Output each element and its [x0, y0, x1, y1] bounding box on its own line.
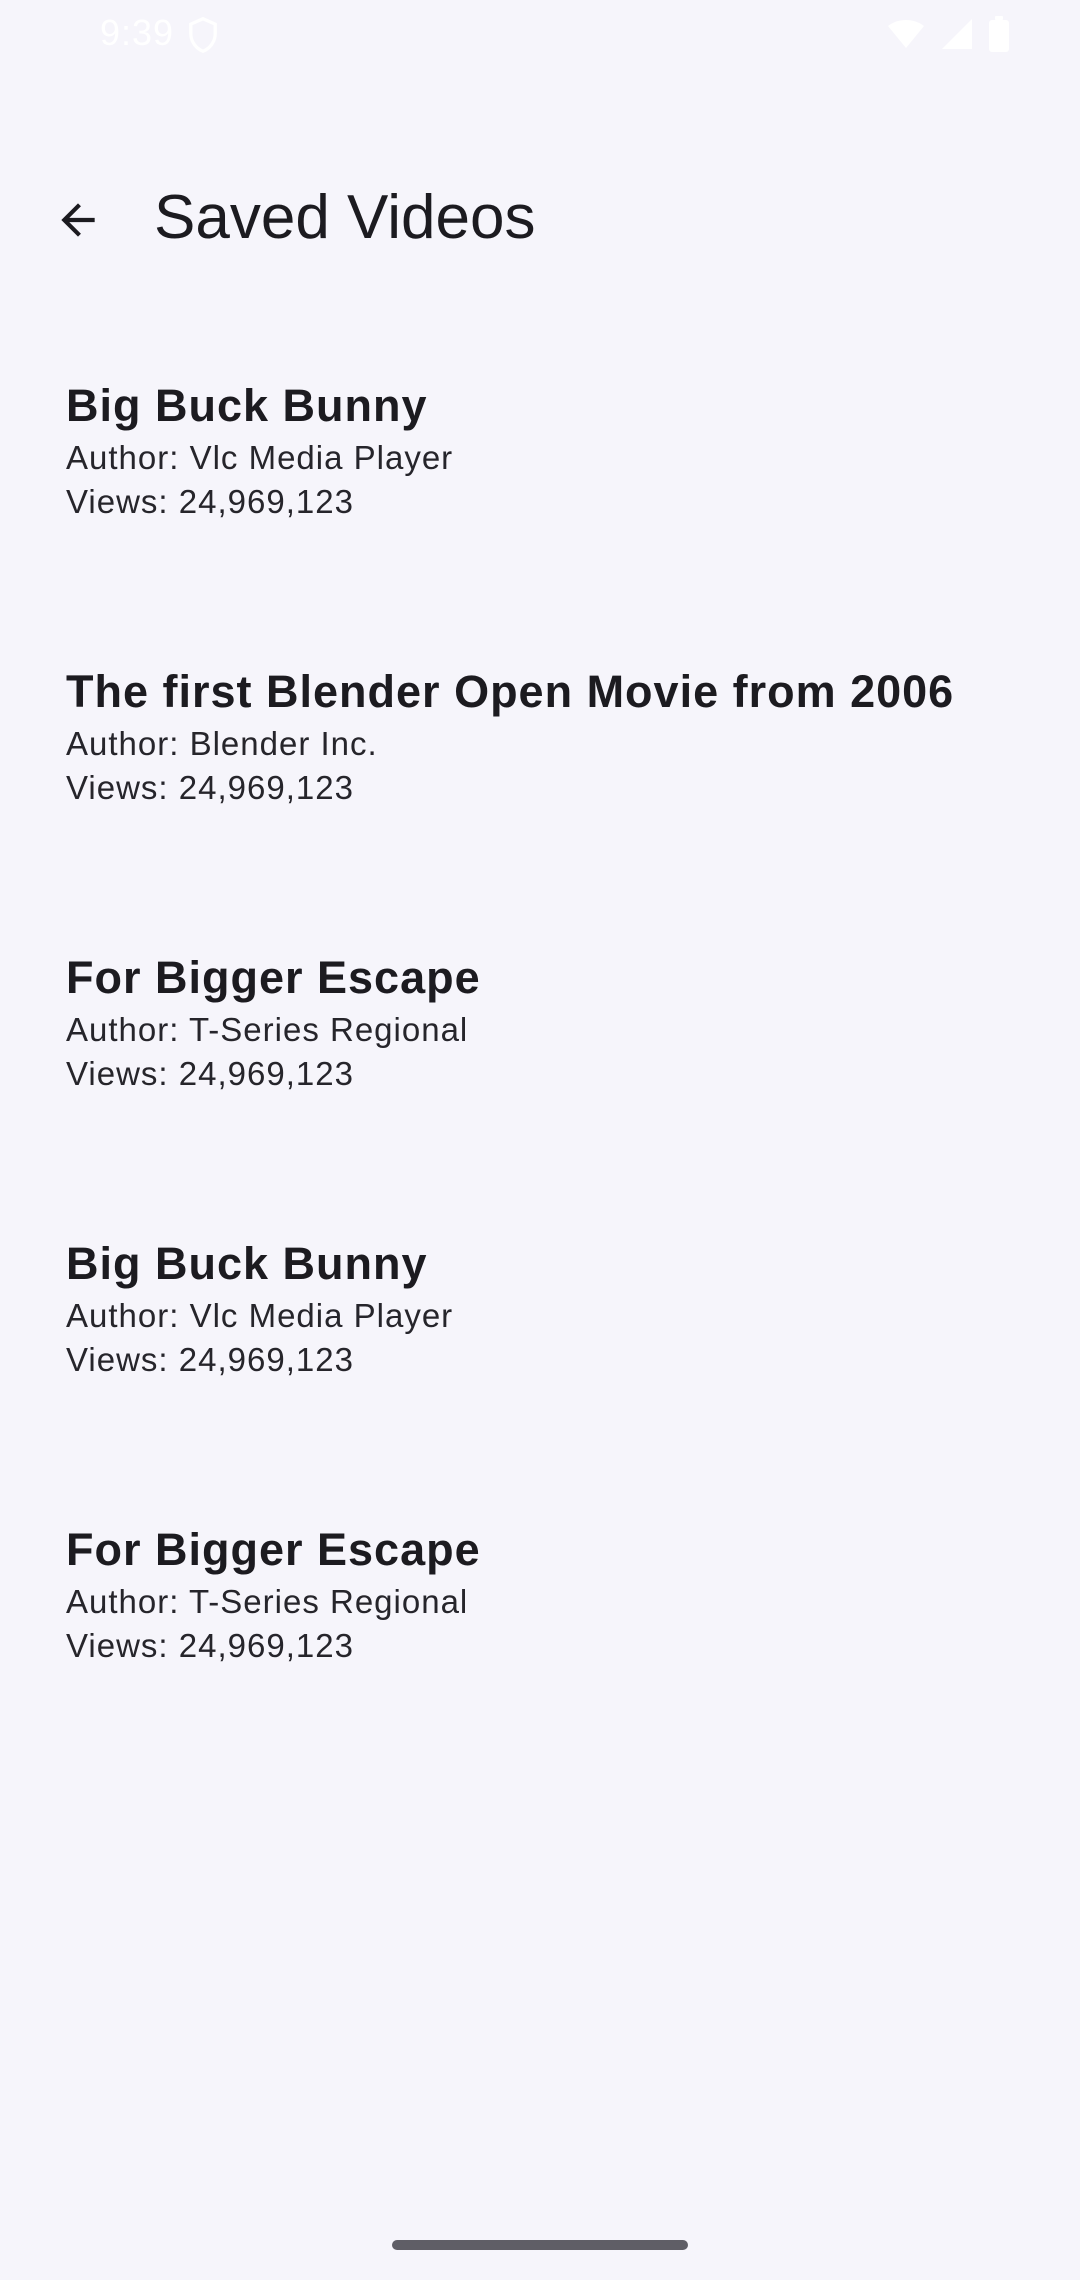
- video-author: Author: Vlc Media Player: [66, 439, 454, 476]
- video-list-item[interactable]: The first Blender Open Movie from 2006 A…: [0, 656, 1080, 942]
- status-icons: [886, 16, 1010, 52]
- shield-icon: [189, 16, 217, 54]
- video-title: The first Blender Open Movie from 2006: [66, 666, 955, 717]
- video-list-item[interactable]: For Bigger Escape Author: T-Series Regio…: [0, 1514, 1080, 1800]
- video-title: For Bigger Escape: [66, 1524, 481, 1575]
- video-views: Views: 24,969,123: [66, 1341, 354, 1378]
- back-button[interactable]: [38, 180, 118, 260]
- video-views: Views: 24,969,123: [66, 769, 354, 806]
- video-list: Big Buck Bunny Author: Vlc Media Player …: [0, 370, 1080, 1800]
- video-author: Author: Vlc Media Player: [66, 1297, 454, 1334]
- video-views: Views: 24,969,123: [66, 1055, 354, 1092]
- screen: 9:39 Saved Videos Big Buck Bunny Author:…: [0, 0, 1080, 2280]
- video-author: Author: T-Series Regional: [66, 1583, 469, 1620]
- status-bar: 9:39: [0, 0, 1080, 66]
- video-views: Views: 24,969,123: [66, 1627, 354, 1664]
- video-list-item[interactable]: Big Buck Bunny Author: Vlc Media Player …: [0, 1228, 1080, 1514]
- home-indicator[interactable]: [392, 2240, 688, 2250]
- page-title: Saved Videos: [154, 183, 536, 252]
- video-title: Big Buck Bunny: [66, 1238, 428, 1289]
- video-author: Author: T-Series Regional: [66, 1011, 469, 1048]
- wifi-icon: [888, 20, 924, 48]
- status-time: 9:39: [100, 12, 175, 53]
- arrow-back-icon: [61, 203, 95, 237]
- video-views: Views: 24,969,123: [66, 483, 354, 520]
- top-app-bar: Saved Videos: [0, 160, 1080, 278]
- video-list-item[interactable]: For Bigger Escape Author: T-Series Regio…: [0, 942, 1080, 1228]
- video-author: Author: Blender Inc.: [66, 725, 378, 762]
- video-list-item[interactable]: Big Buck Bunny Author: Vlc Media Player …: [0, 370, 1080, 656]
- video-title: For Bigger Escape: [66, 952, 481, 1003]
- battery-icon: [989, 16, 1009, 52]
- cellular-signal-icon: [942, 19, 972, 49]
- video-title: Big Buck Bunny: [66, 380, 428, 431]
